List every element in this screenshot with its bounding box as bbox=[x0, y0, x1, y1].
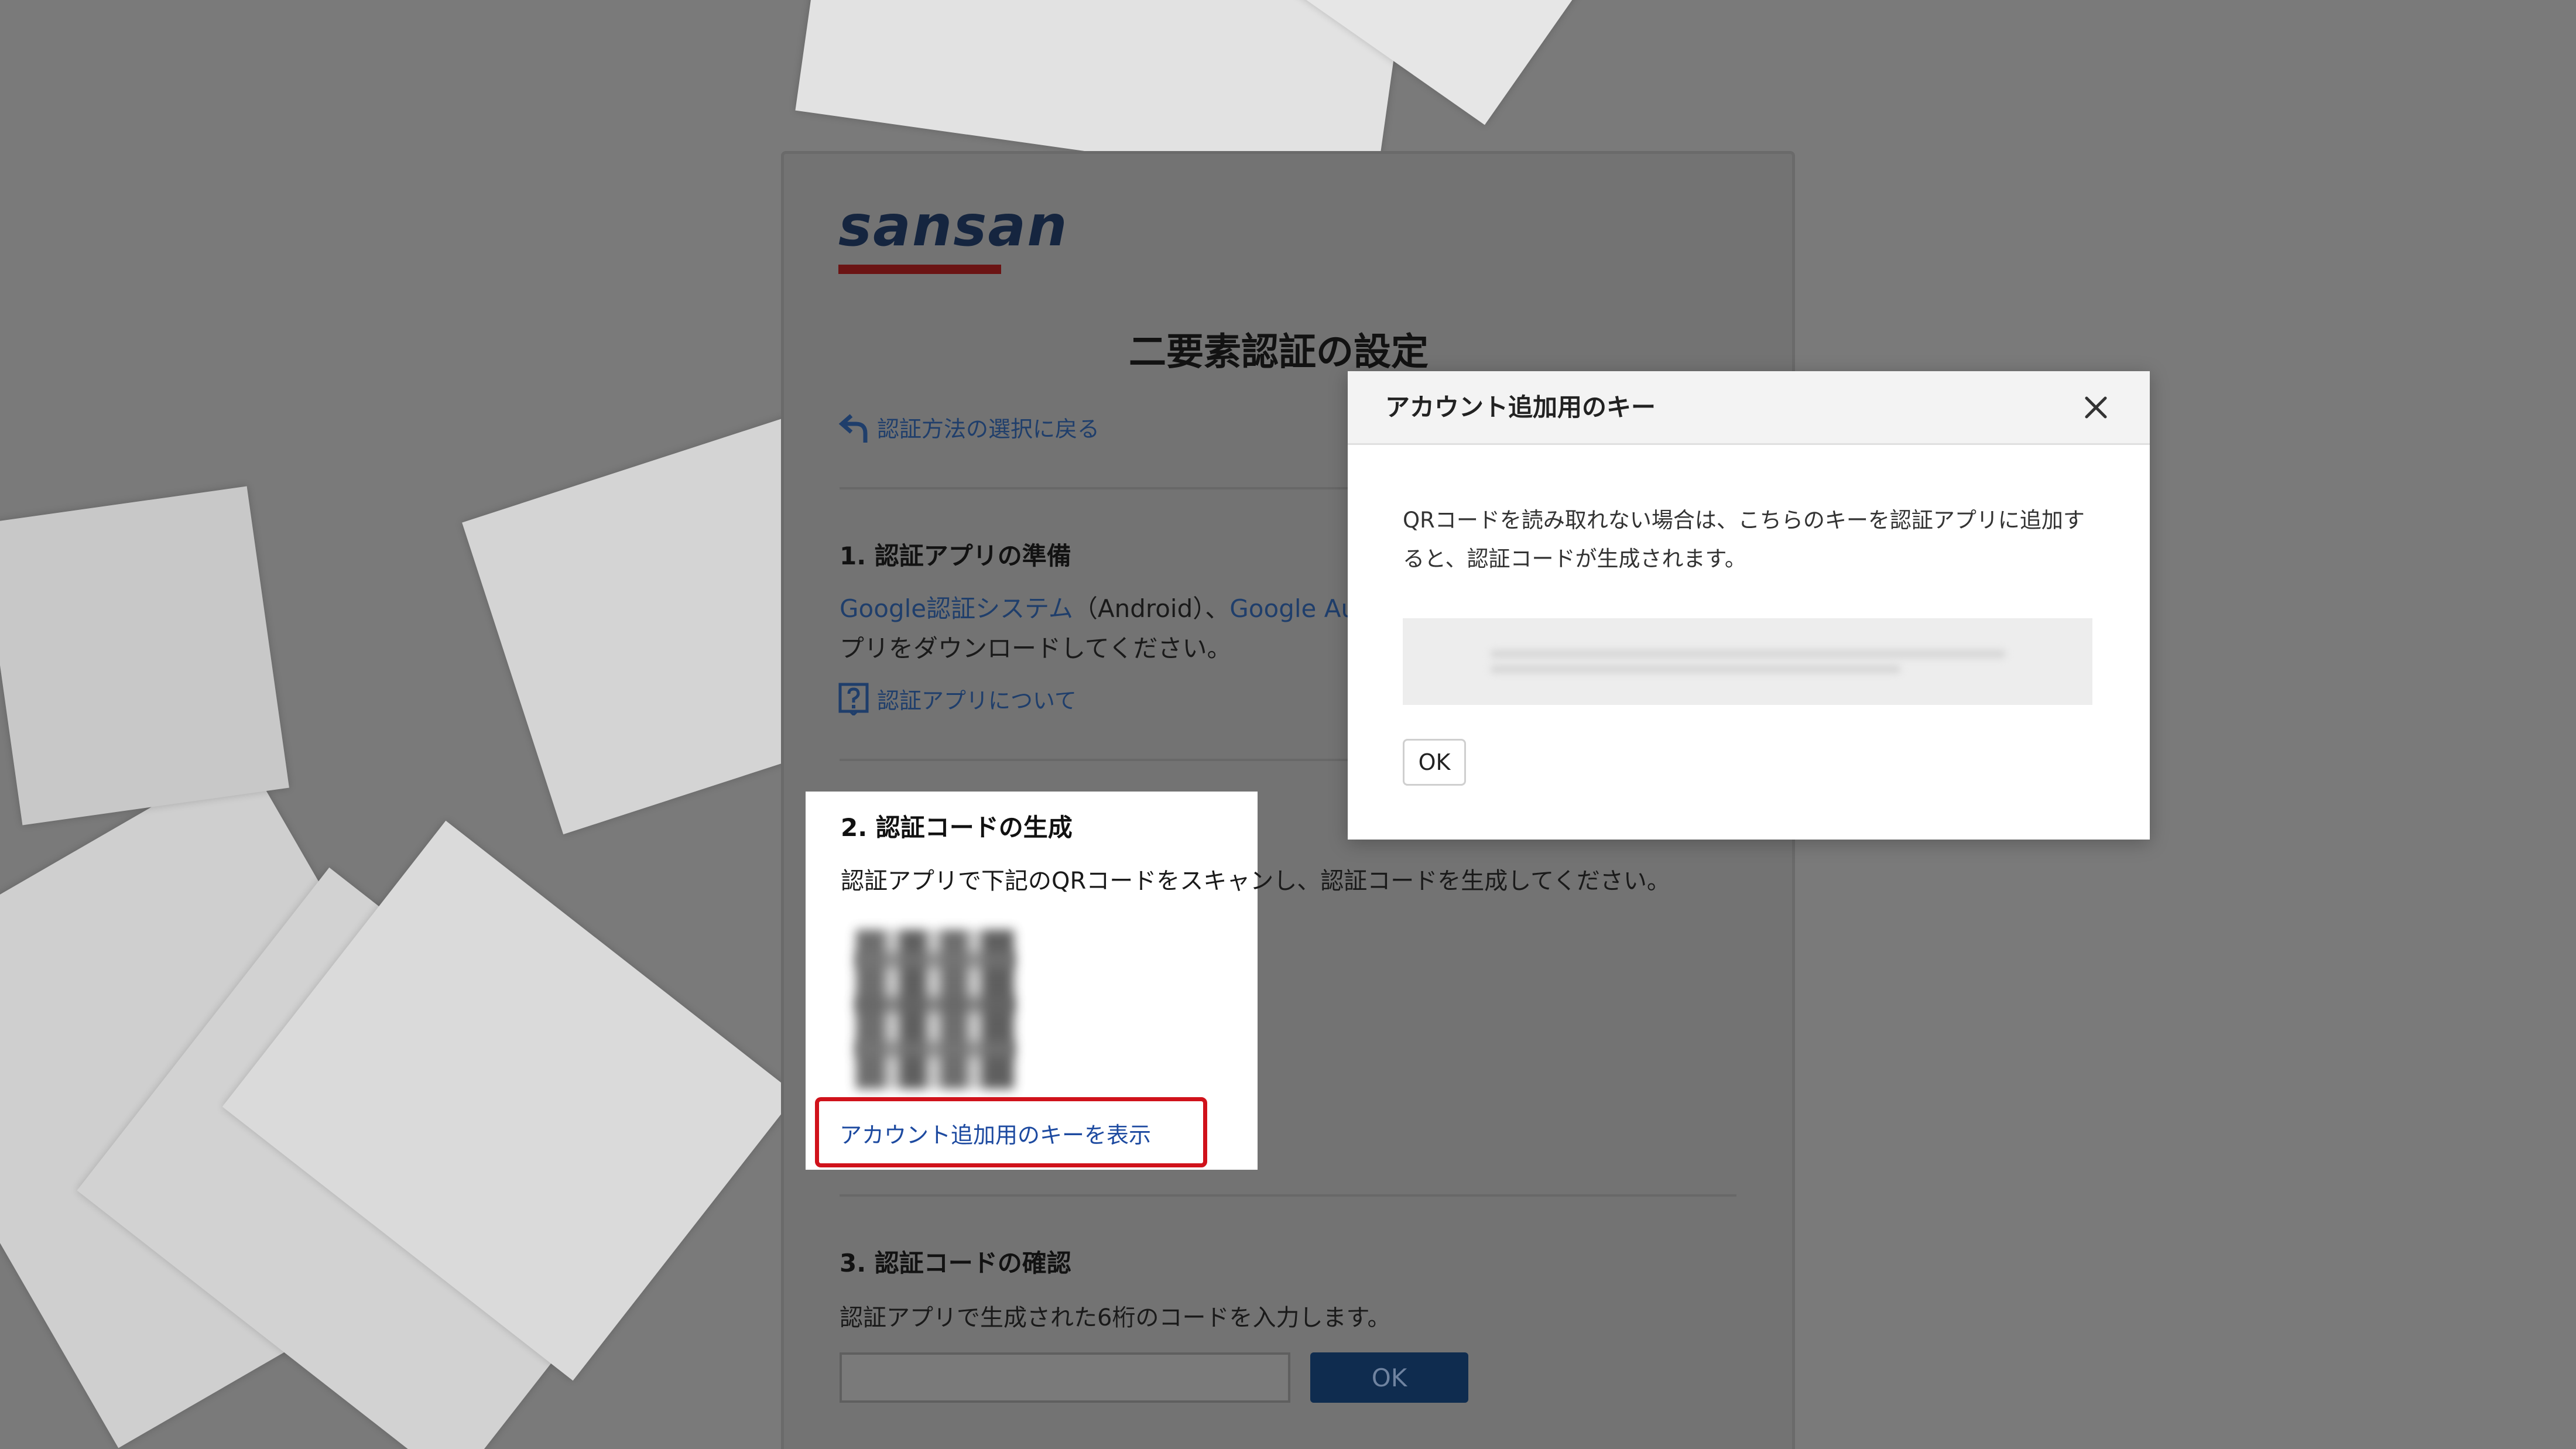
question-icon bbox=[838, 683, 869, 715]
google-auth-ios-link[interactable]: Google Au bbox=[1229, 594, 1356, 623]
key-text-blurred bbox=[1491, 665, 1900, 673]
android-label: （Android）、 bbox=[1073, 594, 1230, 623]
background-paper bbox=[0, 486, 289, 825]
qr-code-overlay bbox=[856, 930, 1014, 1089]
key-text-blurred bbox=[1491, 650, 2006, 658]
about-auth-app-label: 認証アプリについて bbox=[877, 688, 1077, 714]
step3-instruction: 認証アプリで生成された6桁のコードを入力します。 bbox=[840, 1304, 1391, 1331]
back-link-label: 認証方法の選択に戻る bbox=[877, 416, 1100, 442]
modal-title: アカウント追加用のキー bbox=[1385, 393, 1656, 422]
back-arrow-icon bbox=[838, 414, 868, 443]
step1-text-line2: プリをダウンロードしてください。 bbox=[840, 634, 1232, 663]
step1-text-line1: Google認証システム（Android）、Google Au bbox=[840, 589, 1356, 625]
step2-instruction: 認証アプリで下記のQRコードをスキャンし、認証コードを生成してください。 bbox=[841, 868, 1670, 895]
show-account-key-link[interactable]: アカウント追加用のキーを表示 bbox=[840, 1117, 1151, 1149]
sansan-logo: sansan bbox=[838, 193, 1068, 259]
account-key-modal: アカウント追加用のキー QRコードを読み取れない場合は、こちらのキーを認証アプリ… bbox=[1348, 371, 2150, 840]
close-icon[interactable] bbox=[2081, 392, 2111, 423]
logo-underline bbox=[838, 265, 1001, 274]
modal-description: QRコードを読み取れない場合は、こちらのキーを認証アプリに追加すると、認証コード… bbox=[1403, 508, 2085, 571]
verification-code-input[interactable] bbox=[840, 1352, 1290, 1403]
modal-header: アカウント追加用のキー bbox=[1348, 371, 2150, 445]
step2-heading: 2. 認証コードの生成 bbox=[841, 813, 1073, 842]
verify-ok-button[interactable]: OK bbox=[1310, 1352, 1468, 1403]
screen: sansan 二要素認証の設定 認証方法の選択に戻る 1. 認証アプリの準備 G… bbox=[0, 0, 2576, 1449]
modal-ok-button[interactable]: OK bbox=[1403, 739, 1466, 786]
divider bbox=[840, 1194, 1736, 1197]
account-key-box bbox=[1403, 618, 2092, 705]
page-title: 二要素認証の設定 bbox=[1129, 331, 1429, 374]
google-auth-android-link[interactable]: Google認証システム bbox=[840, 594, 1073, 623]
step3-heading: 3. 認証コードの確認 bbox=[840, 1249, 1071, 1277]
step1-heading: 1. 認証アプリの準備 bbox=[840, 542, 1071, 570]
